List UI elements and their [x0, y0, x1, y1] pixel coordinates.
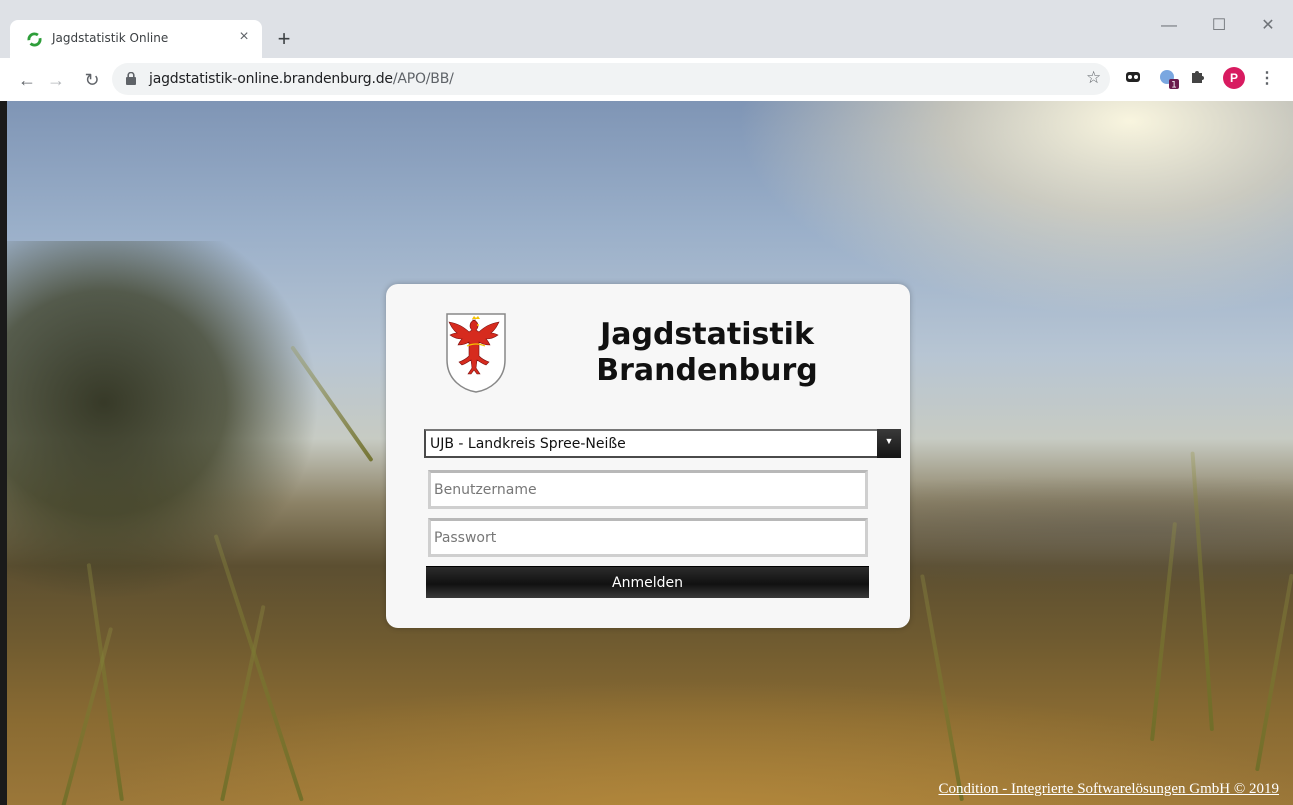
tab-close-icon[interactable]: × — [236, 28, 252, 46]
profile-avatar[interactable]: P — [1223, 67, 1245, 89]
authority-select[interactable]: UJB - Landkreis Spree-Neiße ▼ — [424, 429, 901, 458]
background-grass — [0, 621, 1293, 805]
copyright-link[interactable]: Condition - Integrierte Softwarelösungen… — [938, 781, 1279, 798]
extension-badge: 1 — [1171, 81, 1177, 91]
bookmark-star-icon[interactable]: ☆ — [1086, 68, 1101, 88]
authority-select-value: UJB - Landkreis Spree-Neiße — [430, 436, 626, 452]
window-left-edge — [0, 101, 7, 805]
page-title: Jagdstatistik Brandenburg — [576, 317, 838, 389]
url-domain: jagdstatistik-online.brandenburg.de — [149, 71, 393, 87]
extension-icon[interactable] — [1122, 68, 1144, 90]
translate-extension-icon[interactable]: 1 — [1158, 68, 1180, 91]
login-button[interactable]: Anmelden — [426, 566, 869, 598]
menu-kebab-icon[interactable]: ⋮ — [1259, 68, 1275, 90]
login-card: Jagdstatistik Brandenburg UJB - Landkrei… — [386, 284, 910, 628]
tab-title: Jagdstatistik Online — [52, 31, 169, 45]
brandenburg-crest-icon — [446, 313, 506, 393]
new-tab-button[interactable]: + — [272, 28, 296, 52]
browser-toolbar: ← → ↻ jagdstatistik-online.brandenburg.d… — [0, 58, 1293, 101]
title-line-2: Brandenburg — [596, 353, 818, 388]
username-field[interactable] — [428, 470, 868, 509]
title-line-1: Jagdstatistik — [600, 317, 814, 352]
forward-arrow-icon[interactable]: → — [44, 68, 68, 92]
background-tree — [0, 241, 320, 601]
minimize-icon[interactable]: — — [1154, 16, 1184, 36]
reload-icon[interactable]: ↻ — [80, 68, 104, 92]
maximize-icon[interactable]: ☐ — [1204, 16, 1234, 36]
tab-active[interactable]: Jagdstatistik Online × — [10, 20, 262, 58]
browser-chrome: Jagdstatistik Online × + — ☐ ✕ ← → ↻ jag… — [0, 0, 1293, 101]
lock-icon — [126, 72, 136, 85]
password-field[interactable] — [428, 518, 868, 557]
chevron-down-icon[interactable]: ▼ — [877, 429, 901, 458]
puzzle-extensions-icon[interactable] — [1186, 68, 1208, 90]
back-arrow-icon[interactable]: ← — [15, 68, 39, 92]
url-path: /APO/BB/ — [392, 71, 454, 87]
favicon-icon — [27, 32, 42, 47]
tab-strip: Jagdstatistik Online × + — ☐ ✕ — [0, 0, 1293, 58]
close-window-icon[interactable]: ✕ — [1253, 16, 1283, 36]
url-text: jagdstatistik-online.brandenburg.de/APO/… — [149, 71, 454, 87]
address-bar[interactable]: jagdstatistik-online.brandenburg.de/APO/… — [112, 63, 1110, 95]
